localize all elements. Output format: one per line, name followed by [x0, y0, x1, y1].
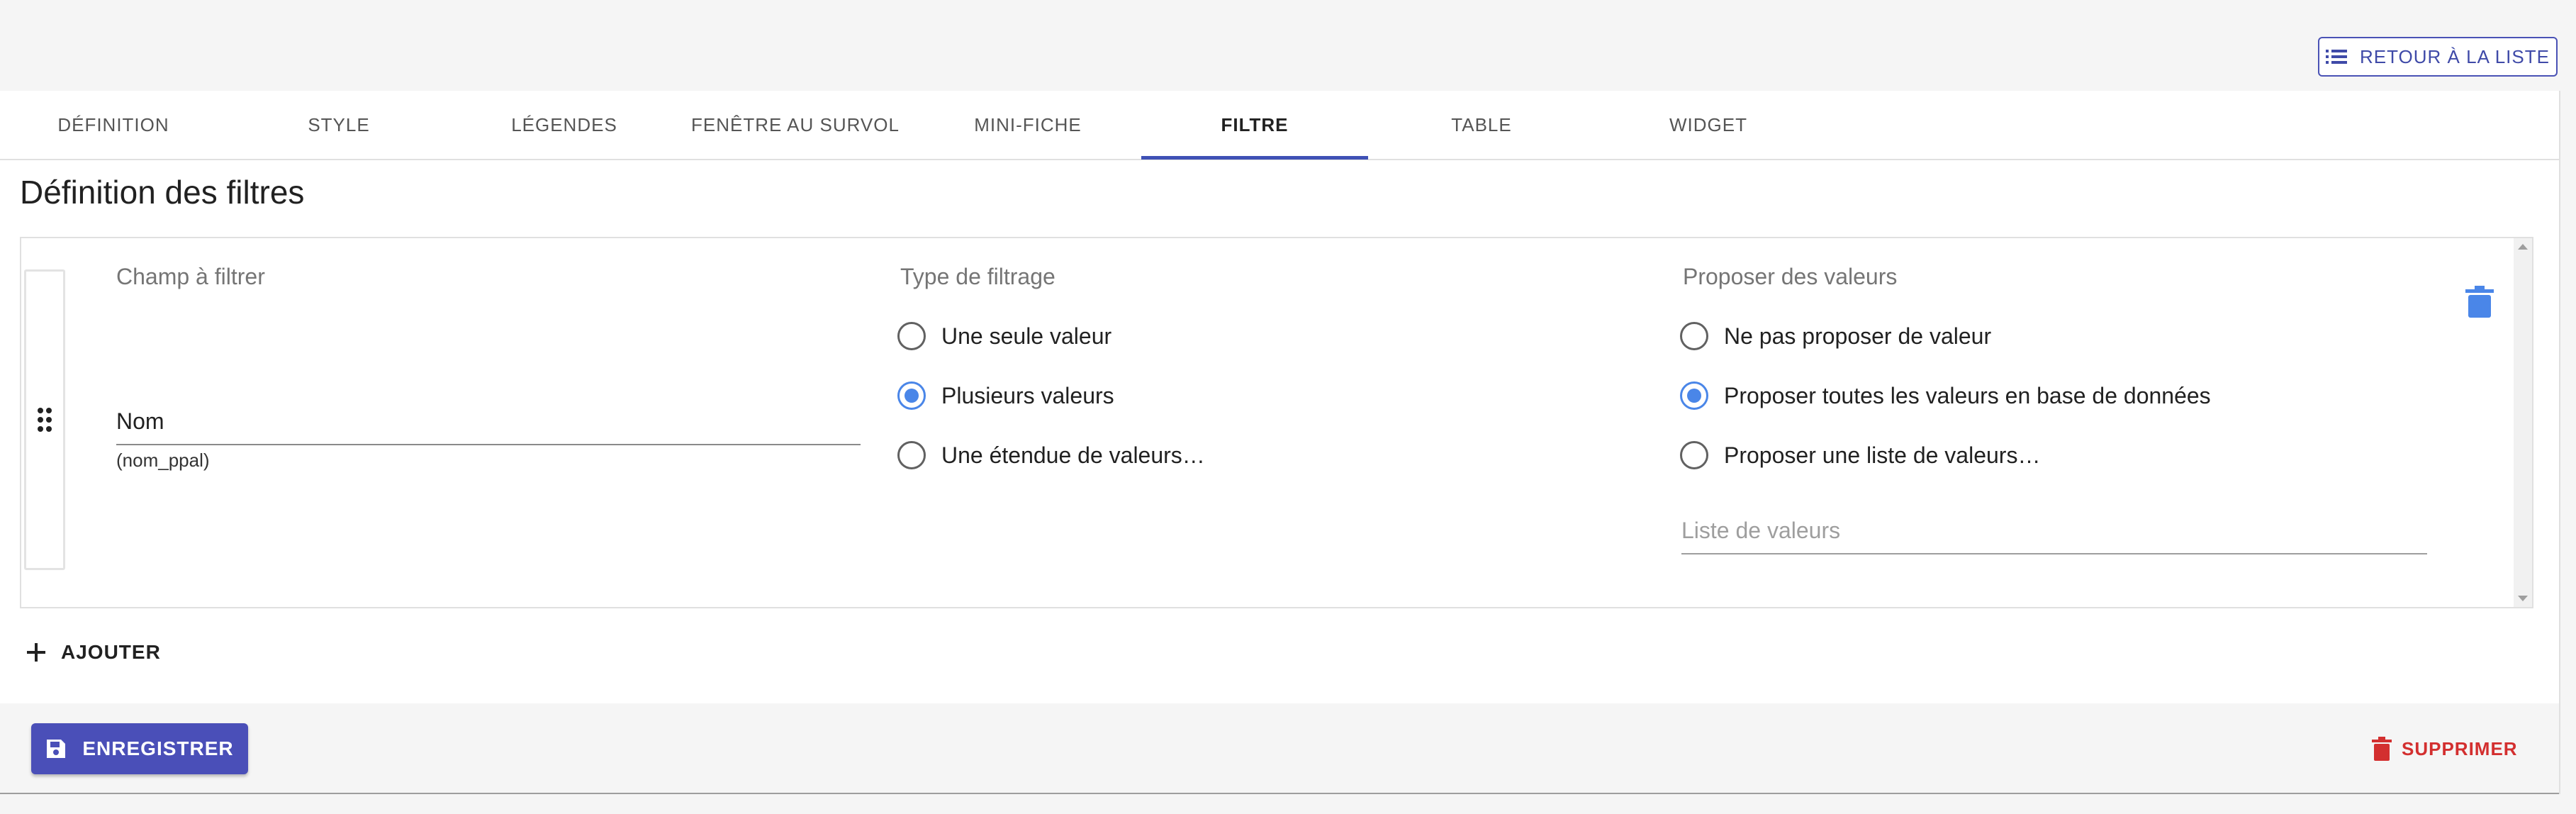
tab-filtre[interactable]: FILTRE	[1141, 91, 1368, 159]
filter-type-option-single[interactable]: Une seule valeur	[897, 322, 1111, 350]
add-filter-label: AJOUTER	[61, 641, 161, 663]
top-bar: RETOUR À LA LISTE	[0, 0, 2576, 91]
field-technical-name: (nom_ppal)	[116, 450, 210, 471]
field-to-filter-label: Champ à filtrer	[116, 264, 265, 289]
trash-icon	[2465, 286, 2494, 318]
radio-unchecked-icon	[1680, 322, 1708, 350]
scroll-up-arrow-icon[interactable]	[2518, 244, 2528, 250]
propose-values-option-none[interactable]: Ne pas proposer de valeur	[1680, 322, 1991, 350]
tab-mini-fiche[interactable]: MINI-FICHE	[914, 91, 1141, 159]
add-filter-button[interactable]: AJOUTER	[27, 631, 161, 674]
back-to-list-label: RETOUR À LA LISTE	[2360, 45, 2550, 67]
filter-type-option-label: Plusieurs valeurs	[941, 382, 1114, 408]
propose-values-option-list[interactable]: Proposer une liste de valeurs…	[1680, 441, 2040, 469]
propose-values-option-label: Proposer toutes les valeurs en base de d…	[1724, 382, 2211, 408]
radio-unchecked-icon	[1680, 441, 1708, 469]
tab-table[interactable]: TABLE	[1368, 91, 1595, 159]
list-icon	[2326, 50, 2348, 64]
propose-values-label: Proposer des valeurs	[1683, 264, 1898, 289]
drag-handle[interactable]	[24, 269, 65, 570]
value-list-input[interactable]: Liste de valeurs	[1681, 518, 1840, 544]
propose-values-option-label: Proposer une liste de valeurs…	[1724, 442, 2041, 468]
filter-type-option-range[interactable]: Une étendue de valeurs…	[897, 441, 1205, 469]
back-to-list-button[interactable]: RETOUR À LA LISTE	[2318, 37, 2558, 77]
propose-values-option-database[interactable]: Proposer toutes les valeurs en base de d…	[1680, 381, 2211, 410]
trash-icon	[2372, 737, 2392, 761]
filter-panel-scrollbar[interactable]	[2514, 238, 2532, 607]
filter-type-option-label: Une seule valeur	[941, 323, 1112, 349]
active-tab-indicator	[1141, 156, 1368, 160]
field-to-filter-underline	[116, 444, 861, 445]
drag-indicator-icon	[38, 408, 52, 432]
section-title: Définition des filtres	[20, 174, 305, 211]
filter-item-panel: Champ à filtrer Nom (nom_ppal) Type de f…	[20, 237, 2533, 608]
filter-type-option-label: Une étendue de valeurs…	[941, 442, 1205, 468]
layer-editor-card: DÉFINITION STYLE LÉGENDES FENÊTRE AU SUR…	[0, 91, 2560, 794]
tab-fenetre-au-survol[interactable]: FENÊTRE AU SURVOL	[682, 91, 909, 159]
delete-filter-button[interactable]	[2465, 285, 2494, 319]
action-footer: ENREGISTRER SUPPRIMER	[0, 703, 2559, 794]
radio-unchecked-icon	[897, 322, 926, 350]
radio-checked-icon	[1680, 381, 1708, 410]
radio-unchecked-icon	[897, 441, 926, 469]
delete-label: SUPPRIMER	[2402, 737, 2518, 759]
value-list-underline	[1681, 553, 2427, 554]
filter-type-option-multiple[interactable]: Plusieurs valeurs	[897, 381, 1114, 410]
scroll-down-arrow-icon[interactable]	[2518, 596, 2528, 601]
save-label: ENREGISTRER	[82, 737, 234, 759]
tab-definition[interactable]: DÉFINITION	[0, 91, 227, 159]
tab-widget[interactable]: WIDGET	[1595, 91, 1822, 159]
tab-legendes[interactable]: LÉGENDES	[451, 91, 678, 159]
delete-button[interactable]: SUPPRIMER	[2372, 729, 2518, 769]
filter-type-label: Type de filtrage	[900, 264, 1055, 289]
save-button[interactable]: ENREGISTRER	[31, 723, 248, 774]
field-to-filter-input[interactable]: Nom	[116, 408, 164, 435]
tab-bar: DÉFINITION STYLE LÉGENDES FENÊTRE AU SUR…	[0, 91, 2559, 160]
plus-icon	[27, 643, 45, 662]
radio-checked-icon	[897, 381, 926, 410]
save-icon	[47, 740, 66, 758]
propose-values-option-label: Ne pas proposer de valeur	[1724, 323, 1992, 349]
tab-style[interactable]: STYLE	[225, 91, 452, 159]
